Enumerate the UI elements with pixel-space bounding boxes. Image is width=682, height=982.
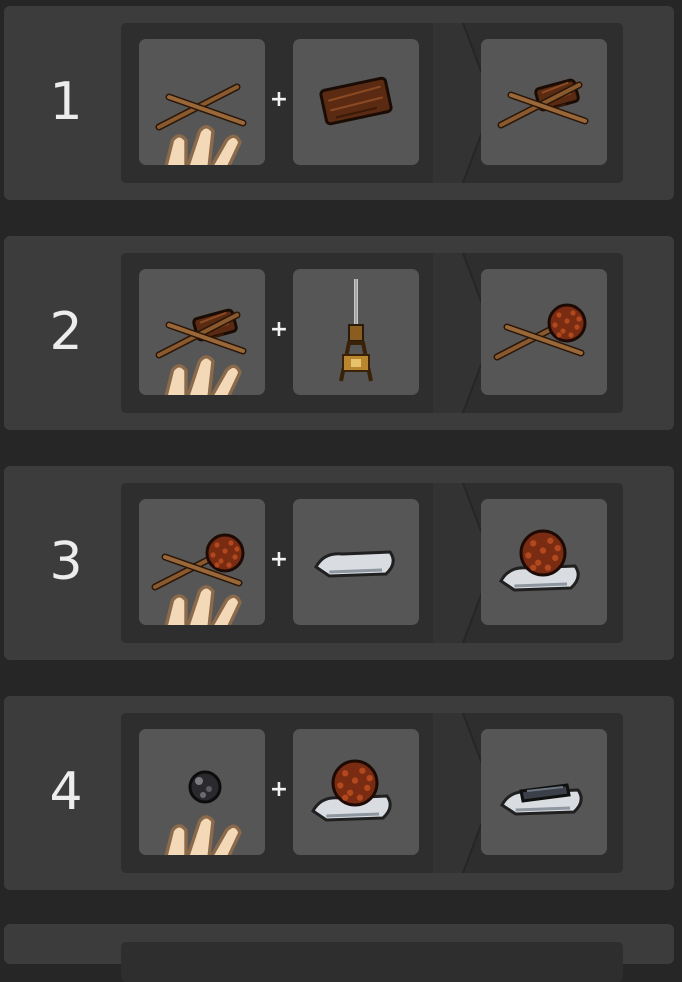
ingredient-slot[interactable] <box>139 729 265 855</box>
flat-stone-icon <box>314 550 395 578</box>
recipe-panel-partial <box>121 942 623 982</box>
step-card: 1 + <box>4 6 674 200</box>
recipe-panel: + <box>121 23 623 183</box>
wood-plank-icon <box>319 76 393 126</box>
result-slot[interactable] <box>481 39 607 165</box>
step-number: 4 <box>49 762 83 822</box>
result-slot[interactable] <box>481 499 607 625</box>
ingredient-slot[interactable] <box>293 269 419 395</box>
result-slot[interactable] <box>481 269 607 395</box>
hand-icon <box>141 341 242 395</box>
step-number: 1 <box>49 72 83 132</box>
ember-on-stone-icon <box>311 759 392 822</box>
ember-on-stone-icon <box>499 529 580 592</box>
hand-icon <box>141 801 242 855</box>
plus-sign: + <box>269 777 289 802</box>
result-slot[interactable] <box>481 729 607 855</box>
charcoal-on-stone-icon <box>500 783 583 816</box>
ingredient-slot[interactable] <box>139 39 265 165</box>
recipe-panel: + <box>121 483 623 643</box>
plus-sign: + <box>269 547 289 572</box>
recipe-panel: + <box>121 713 623 873</box>
ingredient-slot[interactable] <box>293 39 419 165</box>
smoldering-tinder-icon <box>493 303 587 361</box>
recipe-panel: + <box>121 253 623 413</box>
fire-drill-sticks-icon <box>497 78 589 129</box>
step-card-partial <box>4 924 674 982</box>
hand-icon <box>141 571 242 625</box>
step-card: 3 + <box>4 466 674 660</box>
hand-icon <box>141 111 242 165</box>
plus-sign: + <box>269 317 289 342</box>
step-card: 2 + <box>4 236 674 430</box>
step-number: 2 <box>49 302 83 362</box>
ingredient-slot[interactable] <box>293 499 419 625</box>
ingredient-slot[interactable] <box>139 269 265 395</box>
bow-drill-icon <box>339 279 373 382</box>
ingredient-slot[interactable] <box>293 729 419 855</box>
ingredient-slot[interactable] <box>139 499 265 625</box>
plus-sign: + <box>269 87 289 112</box>
step-card: 4 + <box>4 696 674 890</box>
step-number: 3 <box>49 532 83 592</box>
